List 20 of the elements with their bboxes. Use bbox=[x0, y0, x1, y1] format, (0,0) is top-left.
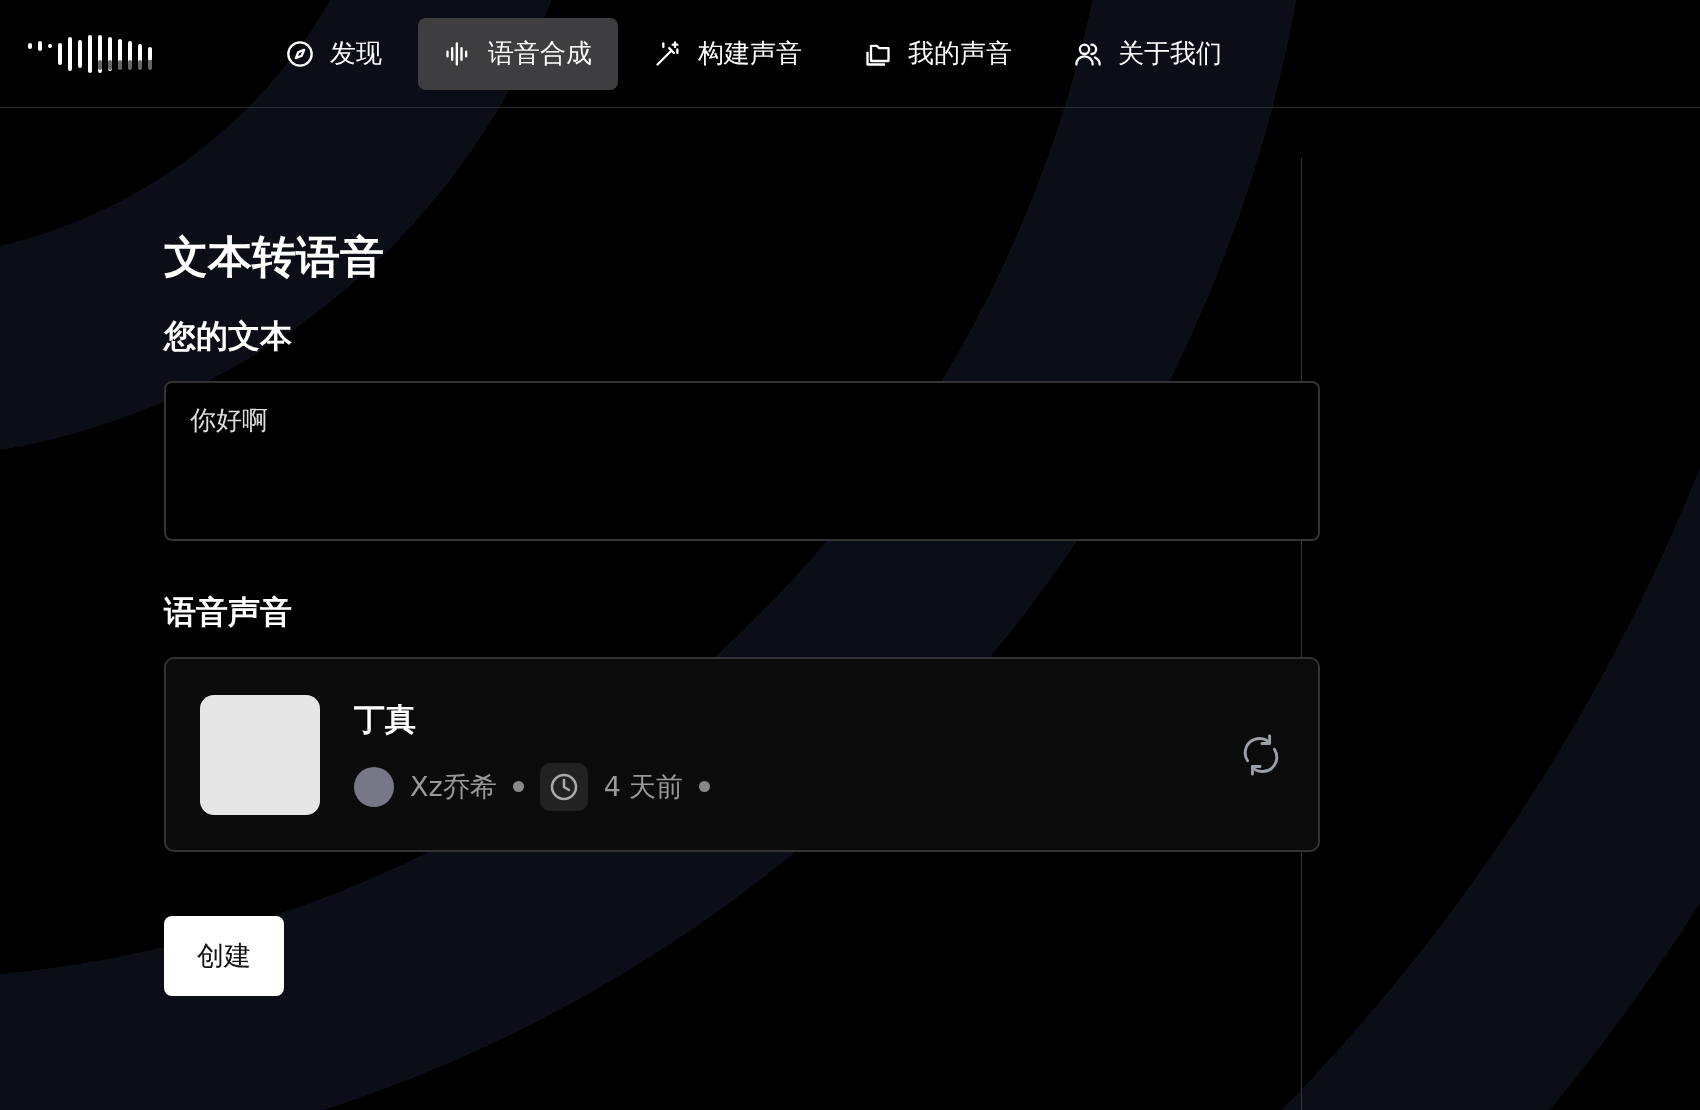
section-label: 语音声音 bbox=[164, 592, 293, 633]
voice-card[interactable]: 丁真 Xz乔希 4 天前 bbox=[164, 657, 1320, 852]
magic-wand-icon bbox=[654, 39, 682, 68]
section-label: 您的文本 bbox=[164, 316, 293, 357]
voice-name: 丁真 bbox=[354, 699, 417, 739]
nav-tab[interactable]: 语音合成 bbox=[418, 17, 618, 90]
dot-icon bbox=[699, 781, 711, 792]
nav-tab[interactable]: 发现 bbox=[260, 17, 408, 90]
nav-tab[interactable]: 我的声音 bbox=[838, 17, 1038, 90]
nav-tab[interactable]: 构建声音 bbox=[628, 17, 828, 90]
create-button[interactable]: 创建 bbox=[164, 916, 284, 996]
avatar-icon bbox=[354, 766, 394, 807]
dot-icon bbox=[512, 781, 524, 792]
nav-tab[interactable]: 关于我们 bbox=[1048, 17, 1248, 90]
page-title: 文本转语音 bbox=[164, 230, 385, 284]
time-ago: 4 天前 bbox=[603, 769, 684, 804]
text-input-field[interactable]: 你好啊 bbox=[164, 381, 1320, 541]
author-name: Xz乔希 bbox=[410, 769, 497, 804]
compass-icon bbox=[286, 39, 314, 68]
clock-icon bbox=[539, 762, 588, 811]
